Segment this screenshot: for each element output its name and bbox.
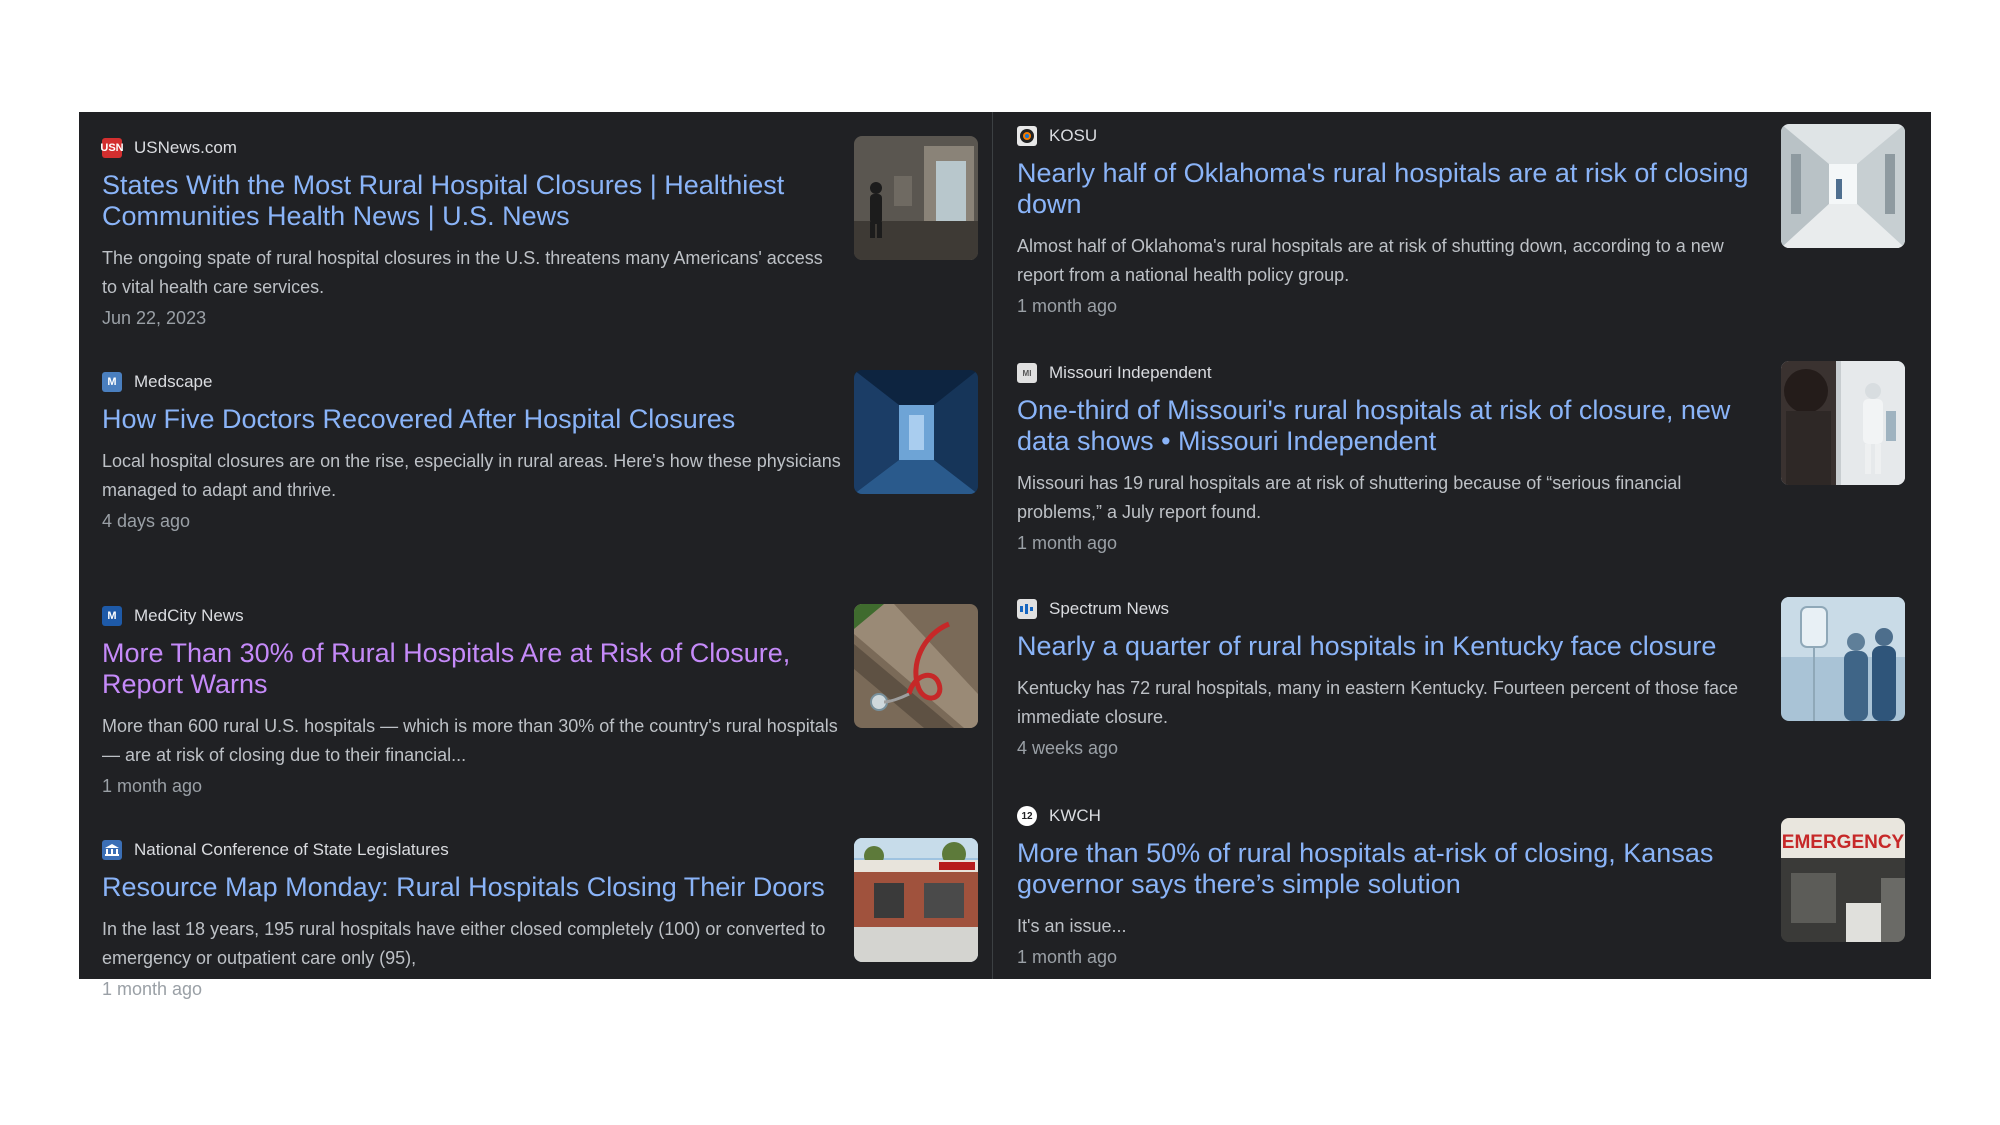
article-headline[interactable]: Nearly half of Oklahoma's rural hospital… xyxy=(1017,158,1762,220)
emergency-entrance-sign-icon: EMERGENCY xyxy=(1781,818,1905,942)
ncsl-favicon-icon xyxy=(102,840,122,860)
dark-blue-hallway-icon xyxy=(854,370,978,494)
article-snippet: Kentucky has 72 rural hospitals, many in… xyxy=(1017,678,1739,727)
article-date: 1 month ago xyxy=(1017,296,1118,316)
article-headline[interactable]: More than 50% of rural hospitals at-risk… xyxy=(1017,838,1762,900)
article-snippet: Local hospital closures are on the rise,… xyxy=(102,451,841,500)
article-headline[interactable]: Nearly a quarter of rural hospitals in K… xyxy=(1017,631,1762,662)
article-snippet: In the last 18 years, 195 rural hospital… xyxy=(102,919,826,968)
hospital-corridor-person-walking-icon xyxy=(854,136,978,260)
source-name: MedCity News xyxy=(134,606,244,625)
article-headline[interactable]: States With the Most Rural Hospital Clos… xyxy=(102,170,842,232)
hospital-staff-in-corridor-icon xyxy=(1781,361,1905,485)
article-source[interactable]: National Conference of State Legislature… xyxy=(102,838,842,862)
source-name: USNews.com xyxy=(134,138,237,157)
article-snippet: Missouri has 19 rural hospitals are at r… xyxy=(1017,473,1682,522)
article-source[interactable]: M Medscape xyxy=(102,370,842,394)
article-date: 1 month ago xyxy=(102,979,203,999)
iv-bag-blurred-nurses-icon xyxy=(1781,597,1905,721)
article-date: 4 days ago xyxy=(102,511,191,531)
article-headline[interactable]: Resource Map Monday: Rural Hospitals Clo… xyxy=(102,872,842,903)
article-thumbnail[interactable] xyxy=(854,604,978,728)
article-snippet: It's an issue... xyxy=(1017,916,1127,936)
article-date: 1 month ago xyxy=(1017,947,1118,967)
news-results-panel: USN USNews.com States With the Most Rura… xyxy=(79,112,1931,999)
article-source[interactable]: MI Missouri Independent xyxy=(1017,361,1762,385)
article-date: 4 weeks ago xyxy=(1017,738,1119,758)
source-name: KOSU xyxy=(1049,126,1098,145)
missouri-independent-favicon-icon: MI xyxy=(1017,363,1037,383)
source-name: Missouri Independent xyxy=(1049,363,1212,382)
article-date: 1 month ago xyxy=(1017,533,1118,553)
article-source[interactable]: KOSU xyxy=(1017,124,1762,148)
article-source[interactable]: Spectrum News xyxy=(1017,597,1762,621)
article-thumbnail[interactable] xyxy=(854,136,978,260)
emergency-sign-text: EMERGENCY xyxy=(1782,832,1905,853)
red-stethoscope-on-wood-icon xyxy=(854,604,978,728)
article-thumbnail[interactable]: EMERGENCY xyxy=(1781,818,1905,942)
article-source[interactable]: M MedCity News xyxy=(102,604,842,628)
article-snippet: The ongoing spate of rural hospital clos… xyxy=(102,248,823,297)
article-snippet: Almost half of Oklahoma's rural hospital… xyxy=(1017,236,1724,285)
source-name: Spectrum News xyxy=(1049,599,1169,618)
article-thumbnail[interactable] xyxy=(854,370,978,494)
article-date: 1 month ago xyxy=(102,776,203,796)
column-divider xyxy=(992,112,993,979)
source-name: Medscape xyxy=(134,372,213,391)
article-thumbnail[interactable] xyxy=(1781,361,1905,485)
article-snippet: More than 600 rural U.S. hospitals — whi… xyxy=(102,716,838,765)
bright-hospital-hallway-icon xyxy=(1781,124,1905,248)
kosu-favicon-icon xyxy=(1017,126,1037,146)
source-name: National Conference of State Legislature… xyxy=(134,840,449,859)
spectrum-news-favicon-icon xyxy=(1017,599,1037,619)
article-headline[interactable]: More Than 30% of Rural Hospitals Are at … xyxy=(102,638,842,700)
medscape-favicon-icon: M xyxy=(102,372,122,392)
usnews-favicon-icon: USN xyxy=(100,138,124,158)
article-source[interactable]: USN USNews.com xyxy=(100,136,842,160)
emergency-building-exterior-icon xyxy=(854,838,978,962)
article-thumbnail[interactable] xyxy=(1781,124,1905,248)
article-headline[interactable]: One-third of Missouri's rural hospitals … xyxy=(1017,395,1762,457)
article-source[interactable]: 12 KWCH xyxy=(1017,804,1762,828)
source-name: KWCH xyxy=(1049,806,1101,825)
article-thumbnail[interactable] xyxy=(854,838,978,962)
article-thumbnail[interactable] xyxy=(1781,597,1905,721)
article-headline[interactable]: How Five Doctors Recovered After Hospita… xyxy=(102,404,842,435)
kwch-favicon-icon: 12 xyxy=(1017,806,1037,826)
medcity-favicon-icon: M xyxy=(102,606,122,626)
article-date: Jun 22, 2023 xyxy=(102,308,207,328)
